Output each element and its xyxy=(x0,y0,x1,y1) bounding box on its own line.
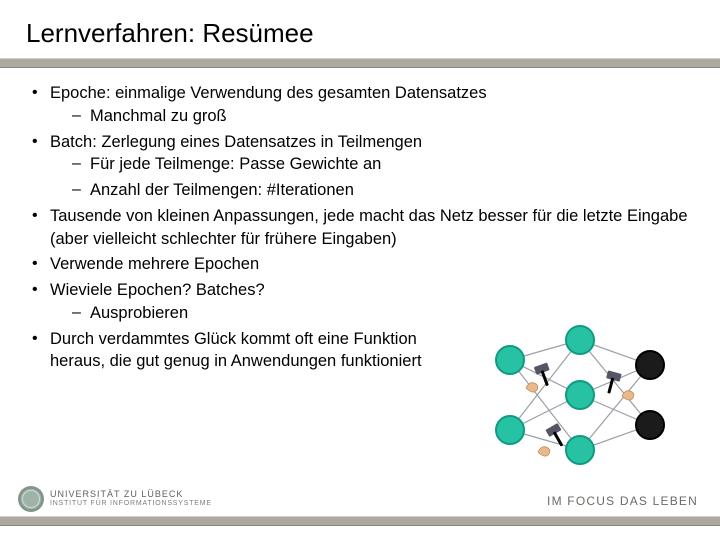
hammer-icon xyxy=(602,370,621,395)
divider-top xyxy=(0,58,720,68)
output-node xyxy=(636,351,664,379)
neural-network-svg xyxy=(480,320,680,470)
hidden-node xyxy=(566,436,594,464)
sub-text: Für jede Teilmenge: Passe Gewichte an xyxy=(90,155,381,173)
slogan-text: IM FOCUS DAS LEBEN xyxy=(547,494,698,508)
sub-text: Manchmal zu groß xyxy=(90,107,227,125)
input-node xyxy=(496,346,524,374)
divider-bottom xyxy=(0,516,720,526)
sub-text: Ausprobieren xyxy=(90,304,188,322)
seal-icon xyxy=(18,486,44,512)
bullet-text: Verwende mehrere Epochen xyxy=(50,255,259,273)
sub-text: Anzahl der Teilmengen: #Iterationen xyxy=(90,181,354,199)
bullet-item: Wieviele Epochen? Batches? Ausprobieren xyxy=(28,279,688,325)
input-node xyxy=(496,416,524,444)
bullet-item: Epoche: einmalige Verwendung des gesamte… xyxy=(28,82,688,128)
sub-item: Manchmal zu groß xyxy=(50,105,688,128)
hand-icon xyxy=(622,391,634,400)
hammer-icon xyxy=(534,362,555,387)
hand-icon xyxy=(526,383,538,392)
bullet-item: Durch verdammtes Glück kommt oft eine Fu… xyxy=(28,328,450,374)
neural-network-illustration xyxy=(480,320,680,470)
sub-item: Für jede Teilmenge: Passe Gewichte an xyxy=(50,153,688,176)
hand-icon xyxy=(538,447,550,456)
output-node xyxy=(636,411,664,439)
bullet-item: Batch: Zerlegung eines Datensatzes in Te… xyxy=(28,131,688,202)
slide-title: Lernverfahren: Resümee xyxy=(0,0,720,59)
logo-text: UNIVERSITÄT ZU LÜBECK INSTITUT FÜR INFOR… xyxy=(50,490,212,508)
bullet-item: Verwende mehrere Epochen xyxy=(28,253,688,276)
bullet-text: Epoche: einmalige Verwendung des gesamte… xyxy=(50,84,487,102)
hidden-node xyxy=(566,381,594,409)
sub-list: Manchmal zu groß xyxy=(50,105,688,128)
bullet-item: Tausende von kleinen Anpassungen, jede m… xyxy=(28,205,688,251)
sub-list: Für jede Teilmenge: Passe Gewichte an An… xyxy=(50,153,688,202)
university-logo: UNIVERSITÄT ZU LÜBECK INSTITUT FÜR INFOR… xyxy=(18,486,212,512)
institute-name: INSTITUT FÜR INFORMATIONSSYSTEME xyxy=(50,500,212,508)
bullet-text: Tausende von kleinen Anpassungen, jede m… xyxy=(50,207,688,248)
slide: Lernverfahren: Resümee Epoche: einmalige… xyxy=(0,0,720,540)
sub-item: Anzahl der Teilmengen: #Iterationen xyxy=(50,179,688,202)
bullet-text: Batch: Zerlegung eines Datensatzes in Te… xyxy=(50,133,422,151)
university-name: UNIVERSITÄT ZU LÜBECK xyxy=(50,490,212,500)
bullet-text: Wieviele Epochen? Batches? xyxy=(50,281,265,299)
bullet-text: Durch verdammtes Glück kommt oft eine Fu… xyxy=(50,330,422,371)
hidden-node xyxy=(566,326,594,354)
